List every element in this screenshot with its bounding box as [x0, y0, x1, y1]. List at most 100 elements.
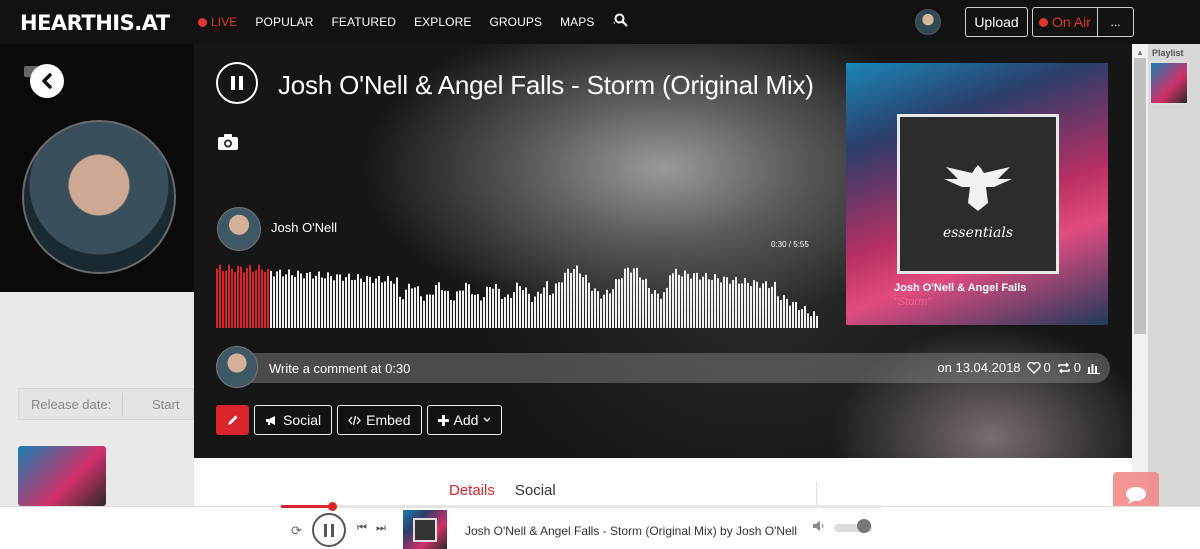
waveform-bar: [813, 311, 815, 328]
scrollbar[interactable]: ▲ ▼: [1132, 44, 1148, 506]
waveform-bar: [240, 266, 242, 328]
waveform-bar: [582, 277, 584, 328]
waveform-bar: [342, 280, 344, 328]
add-button[interactable]: Add: [426, 405, 503, 435]
scroll-up-icon[interactable]: ▲: [1136, 48, 1144, 57]
waveform-bar: [606, 289, 608, 328]
waveform-bar: [387, 276, 389, 328]
waveform-bar: [426, 294, 428, 328]
waveform-bar: [768, 288, 770, 328]
nav-explore[interactable]: EXPLORE: [405, 15, 480, 29]
back-button[interactable]: [30, 64, 64, 98]
waveform-bar: [780, 299, 782, 328]
embed-button-label: Embed: [366, 412, 411, 428]
waveform-bar: [345, 277, 347, 328]
repost-count: 0: [1073, 360, 1081, 375]
on-air-button[interactable]: On Air: [1032, 7, 1098, 37]
next-icon[interactable]: ⏭: [376, 522, 386, 535]
nav-groups[interactable]: GROUPS: [480, 15, 551, 29]
waveform-bar: [663, 292, 665, 328]
divider: [816, 482, 817, 506]
player-track-title[interactable]: Josh O'Nell & Angel Falls - Storm (Origi…: [465, 524, 797, 538]
waveform-bar: [750, 286, 752, 328]
playlist-item[interactable]: [1149, 61, 1189, 105]
artist-name[interactable]: Josh O'Nell: [271, 220, 337, 235]
tab-social[interactable]: Social: [515, 482, 556, 499]
waveform-bar: [795, 301, 797, 328]
comment-bar: Write a comment at 0:30 on 13.04.2018 0 …: [216, 346, 1110, 388]
waveform-bar: [726, 277, 728, 328]
prev-icon[interactable]: ⏮: [357, 522, 367, 535]
upload-button[interactable]: Upload: [965, 7, 1028, 37]
waveform-bar: [354, 279, 356, 328]
waveform-bar: [321, 277, 323, 328]
site-logo[interactable]: HEARTHIS.AT: [20, 11, 170, 35]
scroll-thumb[interactable]: [1134, 58, 1146, 334]
nav-featured[interactable]: FEATURED: [322, 15, 405, 29]
eagle-logo-icon: [944, 165, 1012, 211]
waveform-bar: [696, 272, 698, 328]
player-pause-button[interactable]: [312, 513, 346, 547]
waveform-bar: [678, 274, 680, 328]
nav-popular[interactable]: POPULAR: [246, 15, 322, 29]
user-avatar[interactable]: [915, 9, 941, 35]
waveform-bar: [588, 282, 590, 328]
pause-button[interactable]: [216, 62, 258, 104]
more-button[interactable]: ...: [1097, 7, 1134, 37]
social-button[interactable]: Social: [254, 405, 333, 435]
edit-button[interactable]: [216, 405, 249, 435]
track-thumbnail[interactable]: [18, 446, 106, 506]
waveform-bar: [531, 301, 533, 328]
waveform-bar: [501, 298, 503, 328]
repeat-icon[interactable]: ⟳: [291, 523, 302, 539]
waveform-bar: [219, 264, 221, 328]
volume-knob[interactable]: [857, 519, 871, 533]
waveform-bar: [684, 270, 686, 328]
nav-live[interactable]: LIVE: [196, 15, 246, 29]
waveform-bar: [438, 282, 440, 328]
waveform-bar: [543, 287, 545, 328]
waveform-bar: [486, 286, 488, 328]
like-button[interactable]: 0: [1026, 360, 1051, 375]
camera-icon[interactable]: [218, 134, 238, 150]
waveform-bar: [264, 271, 266, 328]
player-track-thumbnail[interactable]: [403, 510, 447, 549]
cover-logo-frame: essentials: [897, 114, 1059, 274]
waveform-bar: [642, 279, 644, 328]
waveform-bar: [537, 291, 539, 328]
tab-details[interactable]: Details: [449, 482, 495, 499]
artist-avatar[interactable]: [217, 207, 261, 251]
search-icon[interactable]: [614, 13, 628, 27]
waveform-bar: [576, 265, 578, 328]
waveform-bar: [483, 297, 485, 328]
waveform-bar: [405, 289, 407, 328]
waveform-bar: [669, 275, 671, 328]
waveform-bar: [615, 279, 617, 328]
waveform-bar: [789, 305, 791, 328]
action-buttons: Social Embed Add: [216, 405, 503, 435]
code-icon: [348, 415, 361, 425]
waveform-bar: [474, 294, 476, 328]
like-count: 0: [1043, 360, 1051, 375]
start-field[interactable]: Start: [152, 397, 179, 412]
player-progress-bar[interactable]: [281, 502, 881, 511]
waveform-bar: [798, 310, 800, 328]
nav-live-label: LIVE: [211, 15, 238, 29]
waveform-bar: [432, 294, 434, 328]
comment-input[interactable]: Write a comment at 0:30: [269, 361, 410, 376]
waveform-bar: [396, 277, 398, 328]
waveform-bar: [633, 268, 635, 328]
waveform-bar: [351, 280, 353, 328]
waveform-bar: [603, 294, 605, 328]
cover-label: essentials: [942, 225, 1014, 241]
repost-button[interactable]: 0: [1057, 360, 1081, 375]
waveform[interactable]: [216, 262, 820, 328]
stats-icon[interactable]: [1087, 362, 1100, 374]
waveform-bar: [792, 301, 794, 328]
player-progress-knob[interactable]: [328, 502, 337, 511]
waveform-bar: [522, 289, 524, 328]
volume-icon[interactable]: [812, 520, 826, 532]
thumbnail-logo: [413, 518, 437, 542]
nav-maps[interactable]: MAPS: [551, 15, 603, 29]
embed-button[interactable]: Embed: [337, 405, 422, 435]
